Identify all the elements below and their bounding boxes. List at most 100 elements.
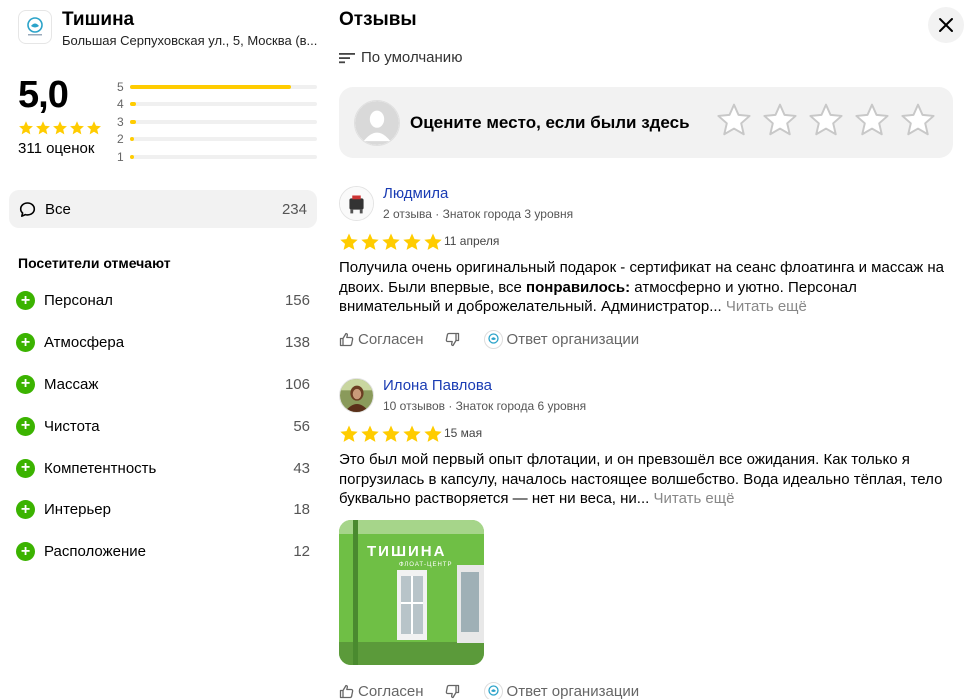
distribution-fill (130, 84, 291, 89)
org-logo-icon (483, 330, 503, 349)
org-reply-button[interactable]: Ответ организации (483, 330, 639, 349)
visitor-tag[interactable]: + Расположение 12 (16, 531, 310, 573)
rating-distribution: 5 4 3 2 1 (117, 78, 317, 166)
star-icon (36, 121, 50, 135)
distribution-fill (130, 154, 134, 159)
visitor-tag-label: Массаж (44, 375, 99, 393)
distribution-track (130, 137, 317, 142)
visitor-tag[interactable]: + Массаж 106 (16, 364, 310, 406)
star-icon (717, 103, 751, 136)
thumbs-down-icon (445, 332, 459, 347)
distribution-row: 2 (117, 131, 317, 149)
review-photo[interactable]: ТИШИНА ФЛОАТ-ЦЕНТР (339, 520, 484, 665)
org-name[interactable]: Тишина (62, 9, 134, 31)
review-actions: Согласен Ответ организации (339, 330, 639, 349)
sort-label: По умолчанию (361, 49, 463, 66)
rate-star-button[interactable] (762, 102, 798, 143)
plus-icon: + (16, 333, 35, 353)
org-logo-icon (483, 682, 503, 699)
star-icon (403, 233, 421, 250)
star-icon (424, 233, 442, 250)
star-icon (340, 233, 358, 250)
review-stars (339, 232, 443, 252)
agree-button[interactable]: Согласен (339, 331, 424, 348)
distribution-row: 5 (117, 78, 317, 96)
rate-star-button[interactable] (854, 102, 890, 143)
distribution-label: 3 (117, 114, 124, 129)
filter-all-count: 234 (281, 200, 307, 218)
visitor-tag-label: Расположение (44, 543, 146, 561)
close-button[interactable] (928, 7, 964, 43)
visitor-tag-count: 156 (284, 292, 310, 310)
visitor-tag-count: 106 (284, 375, 310, 393)
plus-icon: + (16, 500, 35, 520)
sort-dropdown[interactable]: По умолчанию (339, 49, 462, 66)
plus-icon: + (16, 458, 35, 478)
rating-count: 311 оценок (18, 140, 95, 157)
review-author[interactable]: Илона Павлова (383, 377, 492, 394)
org-reply-button[interactable]: Ответ организации (483, 682, 639, 699)
disagree-button[interactable] (445, 332, 464, 347)
distribution-track (130, 119, 317, 124)
read-more-link[interactable]: Читать ещё (726, 298, 807, 315)
review-stars (339, 424, 443, 444)
visitor-tag-label: Персонал (44, 292, 113, 310)
filter-all[interactable]: Все 234 (9, 190, 317, 228)
reviews-title: Отзывы (339, 9, 417, 30)
plus-icon: + (16, 374, 35, 394)
star-icon (382, 425, 400, 442)
visitor-tag[interactable]: + Интерьер 18 (16, 489, 310, 531)
tishina-logo-icon (18, 10, 52, 44)
disagree-button[interactable] (445, 684, 464, 699)
star-icon (382, 233, 400, 250)
review-avatar[interactable] (339, 186, 374, 221)
review-avatar[interactable] (339, 378, 374, 413)
visitor-tag-count: 138 (284, 334, 310, 352)
star-icon (340, 425, 358, 442)
visitor-tag[interactable]: + Компетентность 43 (16, 447, 310, 489)
star-icon (403, 425, 421, 442)
distribution-track (130, 102, 317, 107)
visitor-tag[interactable]: + Чистота 56 (16, 405, 310, 447)
visitor-tag-count: 18 (293, 501, 310, 519)
distribution-fill (130, 102, 136, 107)
star-icon (87, 121, 101, 135)
visitor-tag-label: Компетентность (44, 459, 157, 477)
distribution-fill (130, 119, 136, 124)
close-icon (939, 18, 953, 32)
filter-all-label: Все (45, 200, 71, 218)
rate-stars-input (716, 102, 936, 143)
review-author[interactable]: Людмила (383, 185, 448, 202)
visitor-tags: + Персонал 156 + Атмосфера 138 + Массаж 106 + Чист… (16, 280, 310, 573)
visitor-tag[interactable]: + Атмосфера 138 (16, 322, 310, 364)
plus-icon: + (16, 291, 35, 311)
distribution-track (130, 154, 317, 159)
read-more-link[interactable]: Читать ещё (653, 490, 734, 507)
visitor-tag[interactable]: + Персонал 156 (16, 280, 310, 322)
distribution-row: 1 (117, 148, 317, 166)
plus-icon: + (16, 542, 35, 562)
visitor-tag-count: 43 (293, 459, 310, 477)
visitor-tag-label: Чистота (44, 417, 100, 435)
review-author-meta: 2 отзыва · Знаток города 3 уровня (383, 207, 574, 221)
distribution-fill (130, 137, 134, 142)
distribution-label: 5 (117, 79, 124, 94)
rating-value: 5,0 (18, 74, 69, 116)
rate-star-button[interactable] (808, 102, 844, 143)
distribution-label: 1 (117, 149, 124, 164)
star-icon (809, 103, 843, 136)
rate-star-button[interactable] (716, 102, 752, 143)
star-icon (53, 121, 67, 135)
speech-bubble-icon (19, 201, 36, 217)
user-avatar-placeholder (354, 99, 400, 146)
rating-stars (18, 120, 102, 136)
review-text: Получила очень оригинальный подарок - се… (339, 259, 945, 315)
rate-star-button[interactable] (900, 102, 936, 143)
review-actions: Согласен Ответ организации (339, 682, 639, 699)
review-text: Это был мой первый опыт флотации, и он п… (339, 451, 943, 507)
org-address: Большая Серпуховская ул., 5, Москва (в..… (62, 33, 318, 48)
review-date: 11 апреля (444, 234, 500, 248)
distribution-label: 4 (117, 97, 124, 112)
agree-button[interactable]: Согласен (339, 683, 424, 699)
svg-text:ФЛОАТ-ЦЕНТР: ФЛОАТ-ЦЕНТР (399, 562, 452, 568)
